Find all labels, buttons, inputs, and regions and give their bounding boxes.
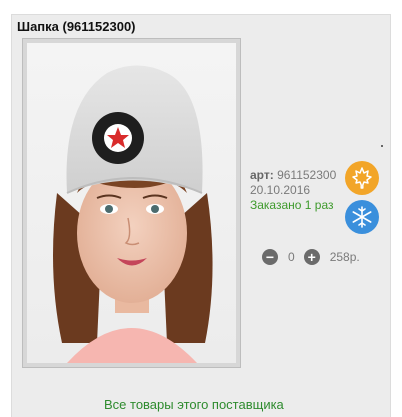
decrease-quantity-button[interactable]: − <box>262 249 278 265</box>
product-photo[interactable] <box>27 43 236 363</box>
article-label: арт: <box>250 168 274 182</box>
quantity-value: 0 <box>288 250 295 264</box>
increase-quantity-button[interactable]: + <box>303 249 320 265</box>
maple-leaf-icon <box>345 161 379 195</box>
product-photo-frame[interactable] <box>22 38 241 368</box>
article-number: арт: 961152300 <box>250 168 336 183</box>
product-title: Шапка (961152300) <box>17 19 136 34</box>
separator-dot <box>381 145 383 147</box>
supplier-products-link[interactable]: Все товары этого поставщика <box>104 397 284 412</box>
snowflake-icon <box>345 200 379 234</box>
price: 258р. <box>329 250 360 264</box>
article-value: 961152300 <box>277 168 337 182</box>
quantity-stepper: − 0 + 258р. <box>262 249 360 265</box>
ordered-count: Заказано 1 раз <box>250 198 334 212</box>
added-date: 20.10.2016 <box>250 183 311 197</box>
